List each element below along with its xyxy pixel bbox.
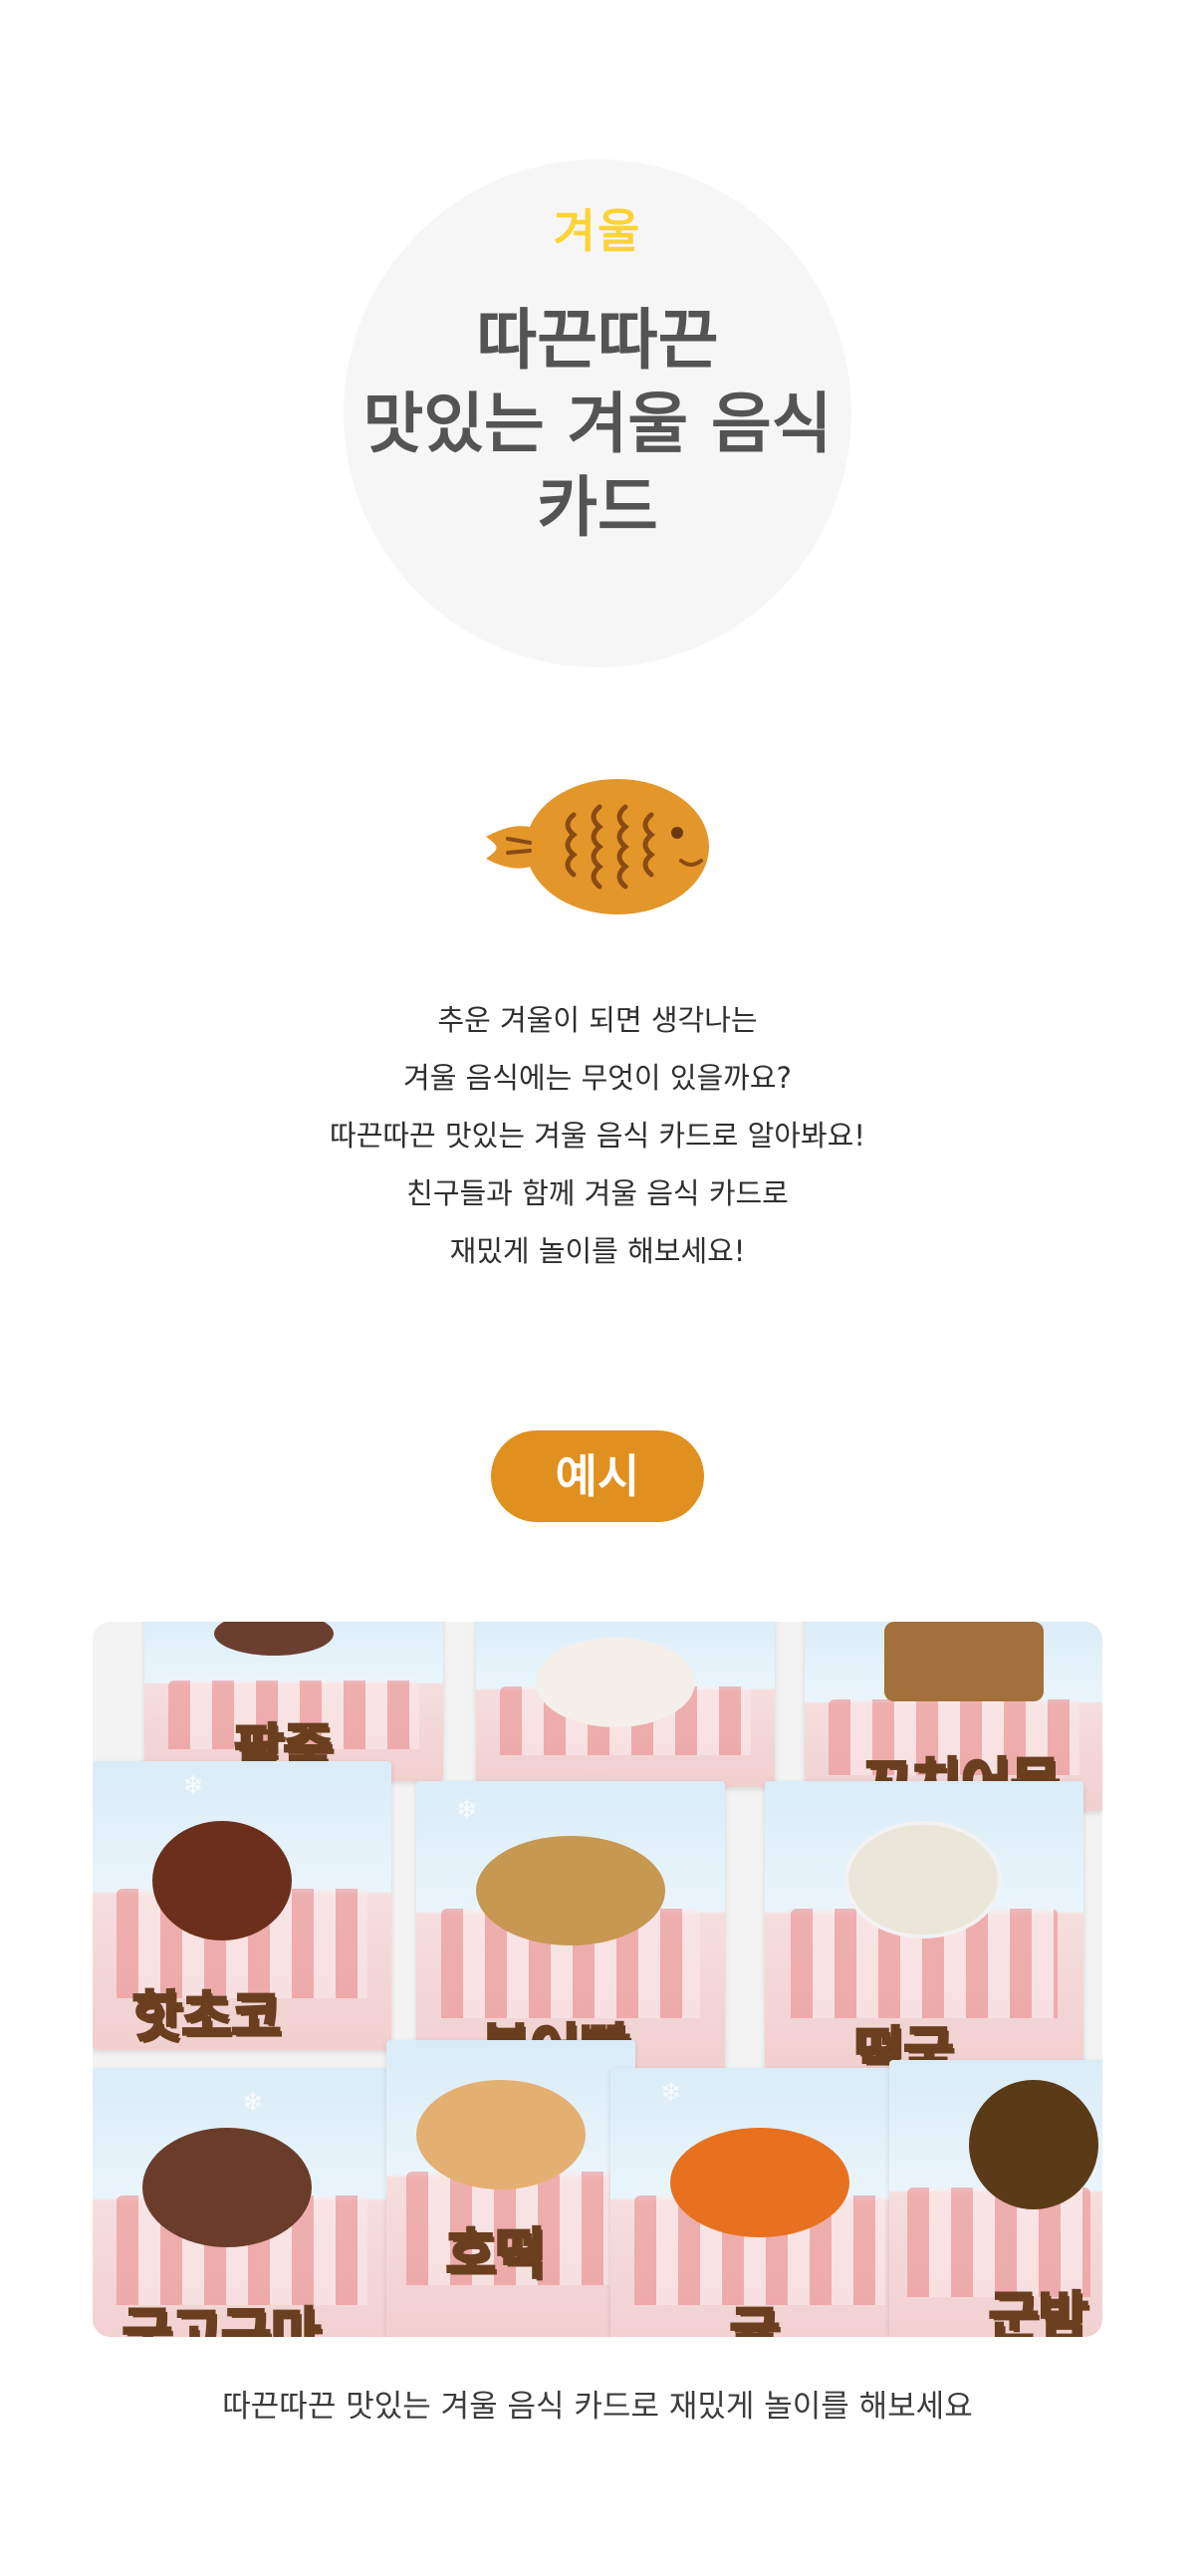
food-image bbox=[536, 1638, 695, 1727]
card-label: 귤 bbox=[729, 2301, 782, 2338]
food-card: 군밤 bbox=[889, 2060, 1102, 2337]
intro-line: 재밌게 놀이를 해보세요! bbox=[449, 1234, 746, 1268]
food-image bbox=[152, 1821, 292, 1940]
example-badge: 예시 bbox=[491, 1430, 704, 1522]
food-card: ❄ 군고구마 bbox=[93, 2068, 391, 2337]
food-card: 호빵 bbox=[476, 1622, 775, 1787]
intro-line: 따끈따끈 맛있는 겨울 음식 카드로 알아봐요! bbox=[330, 1119, 865, 1153]
food-card: 호떡 bbox=[386, 2040, 635, 2337]
card-label: 군밤 bbox=[987, 2285, 1088, 2338]
page-title: 따끈따끈 맛있는 겨울 음식 카드 bbox=[0, 299, 1195, 550]
food-card: 떡국 bbox=[765, 1781, 1083, 2070]
intro-line: 추운 겨울이 되면 생각나는 bbox=[437, 1003, 758, 1037]
food-image bbox=[142, 2128, 312, 2247]
season-label: 겨울 bbox=[553, 204, 642, 258]
food-image bbox=[476, 1836, 665, 1945]
food-card: 팥죽 bbox=[144, 1622, 443, 1781]
card-gallery: 팥죽 호빵 꼬치어묵 ❄ 핫초코 ❄ 붕어빵 떡국 ❄ 군고구마 호떡 bbox=[93, 1622, 1102, 2337]
gallery-caption: 따끈따끈 맛있는 겨울 음식 카드로 재밌게 놀이를 해보세요 bbox=[222, 2389, 973, 2425]
card-label: 핫초코 bbox=[130, 1984, 282, 2050]
card-label: 호떡 bbox=[444, 2221, 546, 2287]
food-image bbox=[969, 2080, 1098, 2209]
title-line-3: 카드 bbox=[537, 469, 658, 546]
card-label: 군고구마 bbox=[121, 2301, 323, 2338]
food-image bbox=[884, 1622, 1044, 1701]
fish-bread-icon bbox=[478, 767, 717, 926]
intro-text: 추운 겨울이 되면 생각나는 겨울 음식에는 무엇이 있을까요? 따끈따끈 맛있… bbox=[0, 991, 1195, 1280]
food-image bbox=[214, 1622, 334, 1656]
food-card: ❄ 핫초코 bbox=[93, 1761, 391, 2050]
food-card: ❄ 귤 bbox=[610, 2068, 909, 2337]
intro-line: 겨울 음식에는 무엇이 있을까요? bbox=[403, 1061, 792, 1095]
title-line-2: 맛있는 겨울 음식 bbox=[362, 386, 833, 462]
food-image bbox=[416, 2080, 586, 2190]
food-image bbox=[844, 1821, 1002, 1938]
intro-line: 친구들과 함께 겨울 음식 카드로 bbox=[406, 1176, 789, 1210]
food-image bbox=[670, 2128, 849, 2237]
food-card: ❄ 붕어빵 bbox=[416, 1781, 725, 2070]
title-line-1: 따끈따끈 bbox=[476, 302, 719, 379]
